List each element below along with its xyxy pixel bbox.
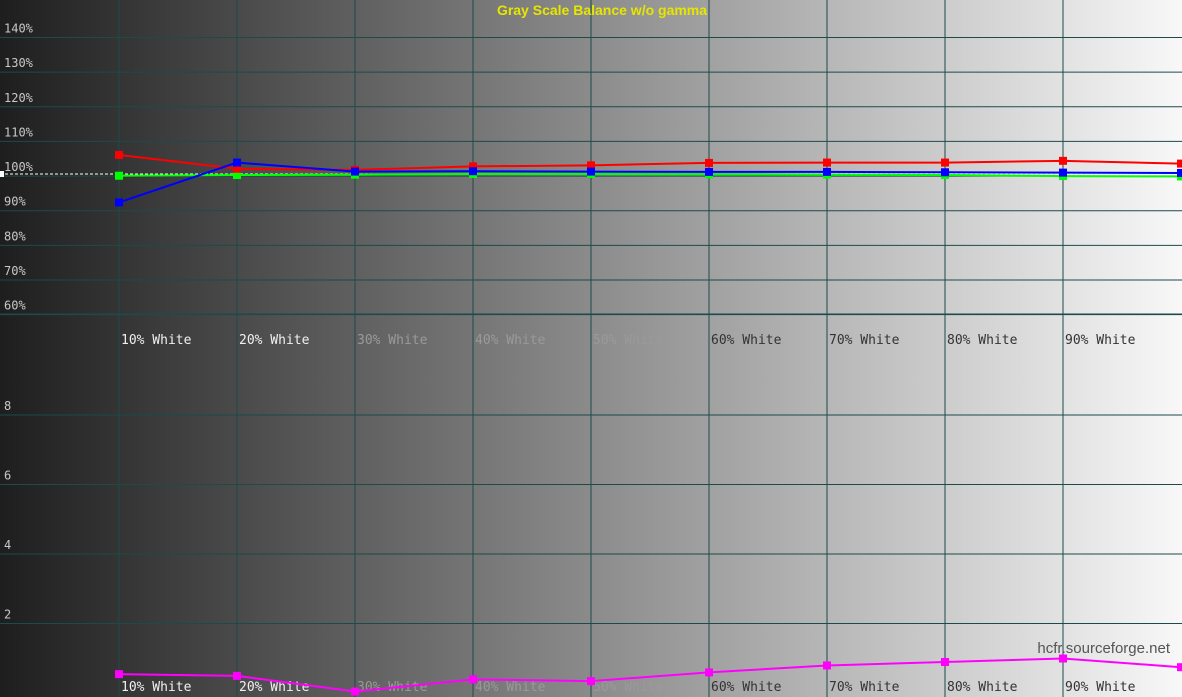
red-series-point xyxy=(705,158,713,167)
x-tick-label: 80% White xyxy=(947,680,1018,695)
blue-series-point xyxy=(587,167,595,176)
magenta-series-point xyxy=(351,687,359,696)
magenta-series-point xyxy=(587,677,595,686)
x-tick-label: 80% White xyxy=(947,333,1018,348)
x-tick-label: 30% White xyxy=(357,333,428,348)
y-tick-label: 100% xyxy=(4,160,34,174)
magenta-series-point xyxy=(823,661,831,670)
magenta-series-point xyxy=(705,668,713,677)
x-tick-label: 90% White xyxy=(1065,680,1136,695)
magenta-series-point xyxy=(1177,663,1182,672)
magenta-series-point xyxy=(233,671,241,680)
x-tick-label: 20% White xyxy=(239,333,310,348)
x-tick-label: 60% White xyxy=(711,333,782,348)
x-tick-label: 50% White xyxy=(593,680,664,695)
blue-series-point xyxy=(1177,168,1182,177)
x-tick-label: 60% White xyxy=(711,680,782,695)
y-tick-label: 2 xyxy=(4,608,11,622)
chart-title: Gray Scale Balance w/o gamma xyxy=(497,2,707,18)
y-tick-label: 6 xyxy=(4,469,11,483)
x-tick-label: 70% White xyxy=(829,333,900,348)
gray-scale-balance-chart: 140% 130% 120% 110% 100% 90% 80% 70% 60% 10% Whit… xyxy=(0,0,1182,697)
x-tick-label: 40% White xyxy=(475,333,546,348)
blue-series-point xyxy=(1059,168,1067,177)
magenta-series-point xyxy=(941,657,949,666)
red-series-point xyxy=(941,158,949,167)
red-series-point xyxy=(115,150,123,159)
green-series-point xyxy=(115,171,123,180)
x-tick-label: 70% White xyxy=(829,680,900,695)
x-tick-label: 50% White xyxy=(593,333,664,348)
credit-text: hcfr.sourceforge.net xyxy=(1037,640,1170,657)
y-tick-label: 90% xyxy=(4,195,26,209)
y-tick-label: 8 xyxy=(4,399,11,413)
y-tick-label: 140% xyxy=(4,22,34,36)
x-tick-label: 20% White xyxy=(239,680,310,695)
magenta-series-point xyxy=(115,670,123,679)
red-series-point xyxy=(823,158,831,167)
blue-series-point xyxy=(351,167,359,176)
y-tick-label: 130% xyxy=(4,56,34,70)
blue-series-point xyxy=(941,168,949,177)
y-tick-label: 4 xyxy=(4,538,11,552)
magenta-series-point xyxy=(469,675,477,684)
y-tick-label: 120% xyxy=(4,91,34,105)
blue-series-point xyxy=(705,167,713,176)
x-tick-label: 10% White xyxy=(121,680,192,695)
blue-series-point xyxy=(233,158,241,167)
x-tick-label: 10% White xyxy=(121,333,192,348)
y-tick-label: 60% xyxy=(4,299,26,313)
blue-series-point xyxy=(823,167,831,176)
blue-series-point xyxy=(469,167,477,176)
y-tick-label: 80% xyxy=(4,229,26,243)
x-tick-label: 40% White xyxy=(475,680,546,695)
red-series-point xyxy=(1177,159,1182,168)
x-tick-label: 90% White xyxy=(1065,333,1136,348)
y-tick-label: 70% xyxy=(4,264,26,278)
y-tick-label: 110% xyxy=(4,125,34,139)
chart-canvas: 140% 130% 120% 110% 100% 90% 80% 70% 60% 10% Whit… xyxy=(0,0,1182,697)
blue-series-point xyxy=(115,198,123,207)
red-series-point xyxy=(1059,156,1067,165)
